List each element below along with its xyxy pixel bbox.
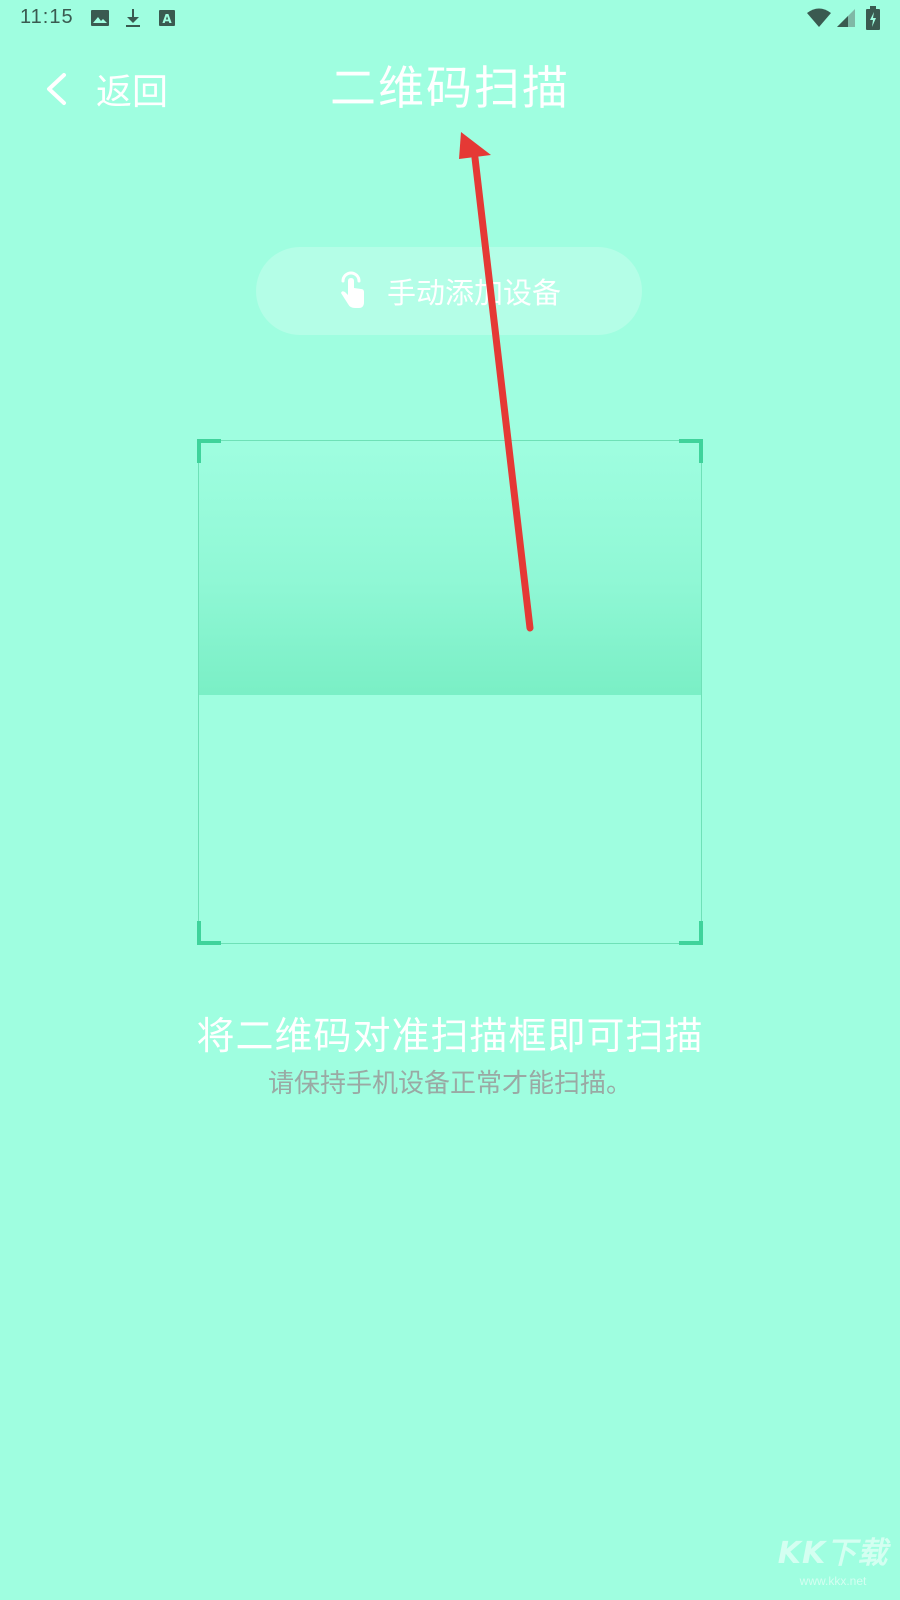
image-icon: [90, 8, 110, 32]
watermark-logo: KK下载: [777, 1536, 889, 1571]
page-title: 二维码扫描: [330, 61, 570, 115]
scan-frame: [197, 439, 703, 945]
download-icon: [124, 8, 142, 32]
scan-corner-top-left: [197, 439, 221, 463]
scan-corner-top-right: [679, 439, 703, 463]
svg-text:A: A: [162, 12, 172, 26]
watermark: KK下载 www.kkx.net: [774, 1534, 892, 1596]
scan-hint-main: 将二维码对准扫描框即可扫描: [196, 1014, 704, 1058]
a-box-icon: A: [158, 8, 176, 32]
scan-hint-sub: 请保持手机设备正常才能扫描。: [267, 1069, 632, 1099]
tap-hand-icon: [340, 271, 364, 308]
status-time: 11:15: [20, 6, 74, 28]
scan-line: [199, 441, 701, 695]
arrow-head-icon: [459, 132, 491, 159]
signal-icon: [836, 7, 856, 33]
wifi-icon: [806, 7, 832, 33]
watermark-url: www.kkx.net: [799, 1574, 867, 1588]
scan-corner-bottom-right: [679, 921, 703, 945]
manual-add-device-button[interactable]: 手动添加设备: [256, 247, 642, 335]
manual-add-device-label: 手动添加设备: [386, 276, 561, 310]
battery-charging-icon: [866, 6, 880, 34]
status-bar: 11:15 A: [0, 0, 900, 36]
scan-corner-bottom-left: [197, 921, 221, 945]
